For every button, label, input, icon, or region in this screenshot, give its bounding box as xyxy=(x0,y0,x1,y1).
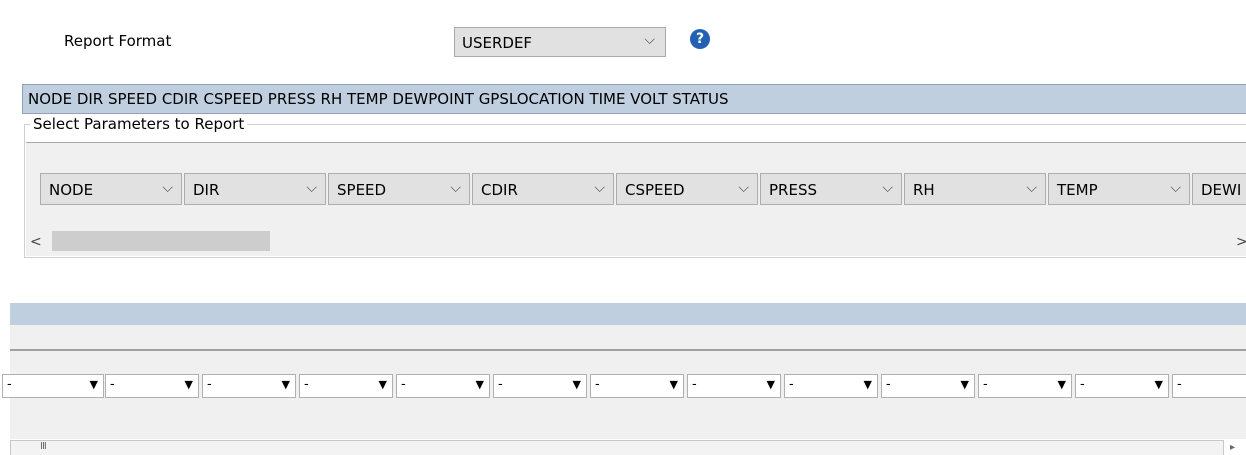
param-combo-label: CDIR xyxy=(481,181,518,199)
chevron-down-icon: ⌵ xyxy=(644,32,655,48)
lower-dropdown[interactable]: - ▼ xyxy=(396,374,490,398)
param-combo-rh[interactable]: RH ⌵ xyxy=(904,173,1046,205)
chevron-down-icon: ⌵ xyxy=(450,180,461,196)
dropdown-value: - xyxy=(983,377,988,392)
param-combo-label: DEWI xyxy=(1201,181,1242,199)
dropdown-value: - xyxy=(207,377,212,392)
lower-dropdown[interactable]: - ▼ xyxy=(1075,374,1169,398)
param-combo-dewpoint[interactable]: DEWI xyxy=(1192,173,1246,205)
lower-dropdown[interactable]: - ▼ xyxy=(105,374,199,398)
param-combo-temp[interactable]: TEMP ⌵ xyxy=(1048,173,1190,205)
horizontal-scrollbar-thumb[interactable] xyxy=(52,231,270,251)
chevron-down-icon: ⌵ xyxy=(738,180,749,196)
caret-down-icon: ▼ xyxy=(378,378,387,391)
caret-down-icon: ▼ xyxy=(184,378,193,391)
dropdown-value: - xyxy=(886,377,891,392)
dropdown-value: - xyxy=(1177,377,1182,392)
lower-header-bar xyxy=(10,303,1246,325)
parameter-group-title: Select Parameters to Report xyxy=(30,115,248,133)
caret-down-icon: ▼ xyxy=(766,378,775,391)
report-format-label: Report Format xyxy=(64,32,172,50)
scroll-right-arrow[interactable]: > xyxy=(1236,234,1246,250)
chevron-down-icon: ⌵ xyxy=(882,180,893,196)
param-combo-label: DIR xyxy=(193,181,220,199)
chevron-down-icon: ⌵ xyxy=(1026,180,1037,196)
lower-dropdown[interactable]: - ▼ xyxy=(978,374,1072,398)
param-combo-label: RH xyxy=(913,181,935,199)
dropdown-value: - xyxy=(401,377,406,392)
dropdown-value: - xyxy=(110,377,115,392)
dropdown-value: - xyxy=(692,377,697,392)
dropdown-value: - xyxy=(595,377,600,392)
scroll-grip-icon[interactable]: III xyxy=(40,441,47,452)
dropdown-value: - xyxy=(7,377,12,392)
param-combo-speed[interactable]: SPEED ⌵ xyxy=(328,173,470,205)
dropdown-value: - xyxy=(498,377,503,392)
lower-horizontal-scrollbar[interactable] xyxy=(10,440,1224,455)
caret-down-icon: ▼ xyxy=(281,378,290,391)
param-combo-label: PRESS xyxy=(769,181,817,199)
lower-dropdown[interactable]: - ▼ xyxy=(493,374,587,398)
lower-dropdown[interactable]: - ▼ xyxy=(2,374,104,398)
lower-dropdown[interactable]: - ▼ xyxy=(202,374,296,398)
parameter-summary-bar: NODE DIR SPEED CDIR CSPEED PRESS RH TEMP… xyxy=(22,84,1246,114)
caret-down-icon: ▼ xyxy=(1057,378,1066,391)
report-format-select[interactable]: USERDEF ⌵ xyxy=(454,27,666,57)
param-combo-label: NODE xyxy=(49,181,94,199)
param-combo-label: SPEED xyxy=(337,181,387,199)
scroll-right-arrow[interactable]: ▸ xyxy=(1230,442,1235,453)
caret-down-icon: ▼ xyxy=(89,378,98,391)
lower-dropdown[interactable]: - ▼ xyxy=(881,374,975,398)
chevron-down-icon: ⌵ xyxy=(306,180,317,196)
lower-dropdown[interactable]: - ▼ xyxy=(590,374,684,398)
caret-down-icon: ▼ xyxy=(475,378,484,391)
param-combo-dir[interactable]: DIR ⌵ xyxy=(184,173,326,205)
chevron-down-icon: ⌵ xyxy=(594,180,605,196)
param-combo-label: CSPEED xyxy=(625,181,685,199)
param-combo-press[interactable]: PRESS ⌵ xyxy=(760,173,902,205)
help-icon[interactable]: ? xyxy=(690,29,710,49)
lower-dropdown[interactable]: - ▼ xyxy=(299,374,393,398)
lower-dropdown[interactable]: - ▼ xyxy=(784,374,878,398)
dropdown-value: - xyxy=(304,377,309,392)
chevron-down-icon: ⌵ xyxy=(1170,180,1181,196)
dropdown-value: - xyxy=(789,377,794,392)
caret-down-icon: ▼ xyxy=(960,378,969,391)
caret-down-icon: ▼ xyxy=(863,378,872,391)
param-combo-cdir[interactable]: CDIR ⌵ xyxy=(472,173,614,205)
lower-dropdown[interactable]: - xyxy=(1172,374,1246,398)
param-combo-node[interactable]: NODE ⌵ xyxy=(40,173,182,205)
param-combo-label: TEMP xyxy=(1057,181,1098,199)
dropdown-value: - xyxy=(1080,377,1085,392)
chevron-down-icon: ⌵ xyxy=(162,180,173,196)
caret-down-icon: ▼ xyxy=(572,378,581,391)
lower-dropdown[interactable]: - ▼ xyxy=(687,374,781,398)
scroll-left-arrow[interactable]: < xyxy=(30,234,42,250)
report-format-value: USERDEF xyxy=(462,34,533,52)
caret-down-icon: ▼ xyxy=(669,378,678,391)
lower-empty-row xyxy=(10,325,1246,349)
param-combo-cspeed[interactable]: CSPEED ⌵ xyxy=(616,173,758,205)
caret-down-icon: ▼ xyxy=(1154,378,1163,391)
